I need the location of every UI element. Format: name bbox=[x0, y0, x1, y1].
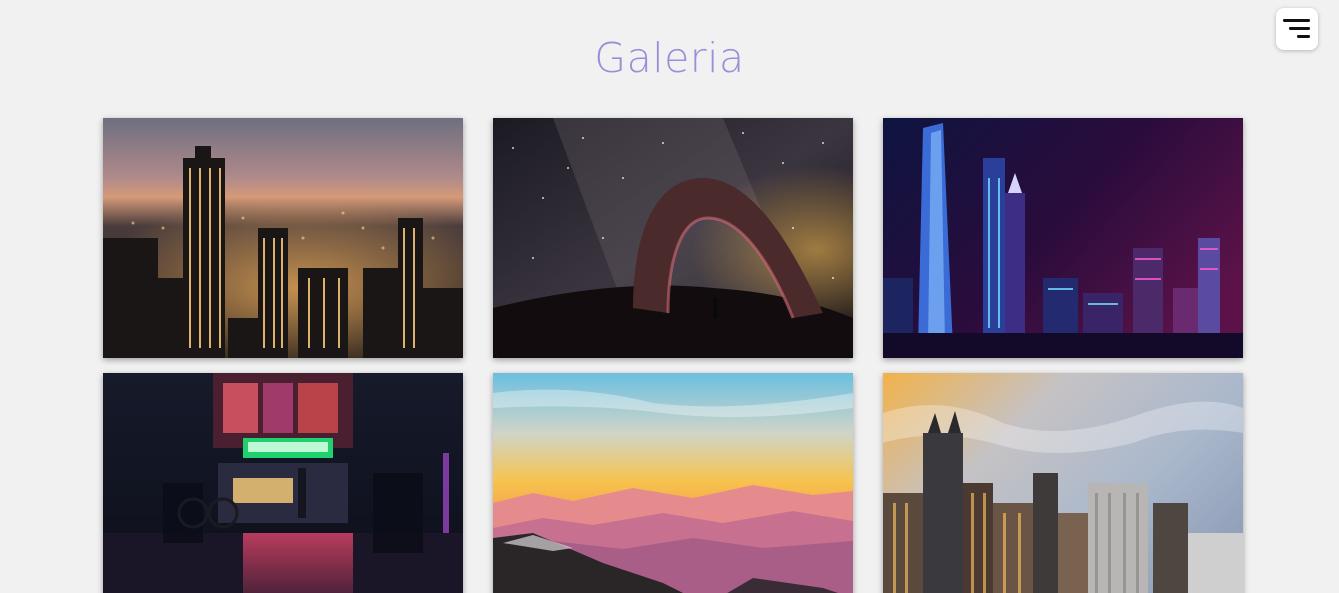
gallery-item-milky-way-arch[interactable] bbox=[493, 118, 853, 358]
page: Galeria bbox=[0, 0, 1339, 593]
menu-button[interactable] bbox=[1276, 8, 1318, 50]
gallery-grid bbox=[103, 118, 1244, 593]
gallery-item-mountain-sunset[interactable] bbox=[493, 373, 853, 593]
mountain-sunset-photo bbox=[493, 373, 853, 593]
gallery-item-city-night[interactable] bbox=[103, 118, 463, 358]
gallery-item-neon-street[interactable] bbox=[103, 373, 463, 593]
gallery-item-city-skyline-sunset[interactable] bbox=[883, 373, 1243, 593]
city-night-aerial-photo bbox=[103, 118, 463, 358]
gallery-item-skyscrapers-neon[interactable] bbox=[883, 118, 1243, 358]
menu-icon bbox=[1283, 17, 1311, 41]
page-title: Galeria bbox=[594, 34, 745, 82]
neon-street-night-photo bbox=[103, 373, 463, 593]
skyscrapers-neon-photo bbox=[883, 118, 1243, 358]
milky-way-arch-photo bbox=[493, 118, 853, 358]
city-skyline-sunset-photo bbox=[883, 373, 1243, 593]
